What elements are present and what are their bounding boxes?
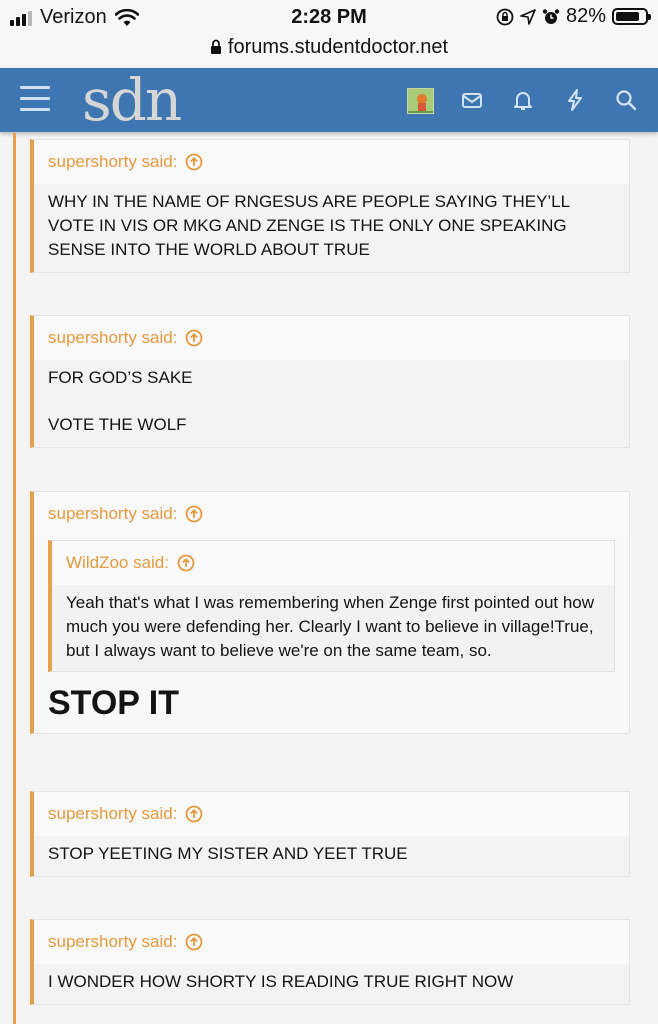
site-logo[interactable]: sdn [82,70,182,130]
quote-body: STOP YEETING MY SISTER AND YEET TRUE [34,836,629,876]
arrow-up-circle-icon[interactable] [185,505,203,523]
quote-author[interactable]: supershorty said: [48,920,177,964]
quote-author[interactable]: supershorty said: [48,316,177,360]
battery-icon [612,8,651,25]
large-reply-text: STOP IT [48,684,180,722]
arrow-up-circle-icon[interactable] [185,329,203,347]
quote-block: supershorty said: FOR GOD’S SAKE VOTE TH… [30,315,630,448]
quote-author[interactable]: supershorty said: [48,792,177,836]
nested-quote-author[interactable]: WildZoo said: [66,541,169,585]
quote-header[interactable]: supershorty said: [34,792,629,836]
mail-icon[interactable] [460,88,484,112]
quote-block: supershorty said: WHY IN THE NAME OF RNG… [30,139,630,273]
quote-header[interactable]: supershorty said: [34,492,629,536]
post-content: supershorty said: WHY IN THE NAME OF RNG… [0,133,658,1024]
bolt-icon[interactable] [563,88,587,112]
quote-text: I WONDER HOW SHORTY IS READING TRUE RIGH… [48,972,514,991]
quote-block: supershorty said: WildZoo said: Yeah tha… [30,491,630,734]
address-bar[interactable]: forums.studentdoctor.net [0,36,658,59]
nested-quote-text: Yeah that's what I was remembering when … [66,593,595,660]
lock-icon [210,39,221,54]
quote-body: I WONDER HOW SHORTY IS READING TRUE RIGH… [34,964,629,1004]
alarm-icon [542,8,560,24]
arrow-up-circle-icon[interactable] [185,805,203,823]
nested-quote-header[interactable]: WildZoo said: [52,541,614,585]
site-header: sdn [0,68,658,132]
quote-text: FOR GOD’S SAKE [48,368,193,387]
status-bar: Verizon 2:28 PM 82% forums.studentdoctor… [0,0,658,69]
post-left-accent [13,133,16,1024]
quote-header[interactable]: supershorty said: [34,920,629,964]
quote-text: STOP YEETING MY SISTER AND YEET TRUE [48,844,408,863]
arrow-up-circle-icon[interactable] [177,554,195,572]
quote-body: WHY IN THE NAME OF RNGESUS ARE PEOPLE SA… [34,184,629,272]
search-icon[interactable] [614,88,638,112]
bell-icon[interactable] [511,88,535,112]
quote-block: supershorty said: I WONDER HOW SHORTY IS… [30,919,630,1005]
quote-text: VOTE THE WOLF [48,415,187,434]
quote-block: supershorty said: STOP YEETING MY SISTER… [30,791,630,877]
menu-icon[interactable] [20,86,50,114]
arrow-up-circle-icon[interactable] [185,153,203,171]
quote-header[interactable]: supershorty said: [34,140,629,184]
quote-header[interactable]: supershorty said: [34,316,629,360]
location-icon [520,8,536,25]
url-text: forums.studentdoctor.net [227,36,449,58]
battery-percent: 82% [565,5,606,27]
nested-quote-body: Yeah that's what I was remembering when … [52,585,614,671]
avatar[interactable] [407,88,434,114]
status-right: 82% [496,5,651,28]
arrow-up-circle-icon[interactable] [185,933,203,951]
quote-author[interactable]: supershorty said: [48,492,177,536]
quote-text: WHY IN THE NAME OF RNGESUS ARE PEOPLE SA… [48,192,570,259]
orientation-lock-icon [496,8,514,25]
nested-quote-block: WildZoo said: Yeah that's what I was rem… [48,540,615,672]
quote-author[interactable]: supershorty said: [48,140,177,184]
quote-body: FOR GOD’S SAKE VOTE THE WOLF [34,360,629,447]
